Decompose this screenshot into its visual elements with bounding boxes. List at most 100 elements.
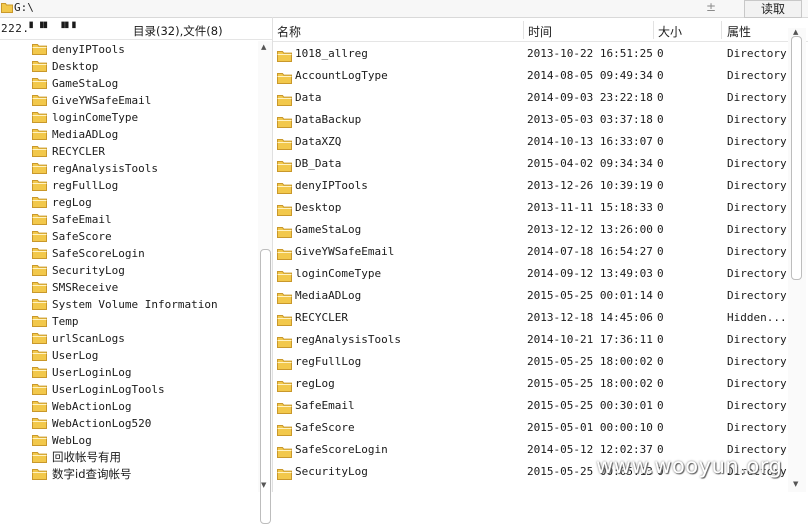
tree-item-label: WebActionLog xyxy=(52,400,132,413)
right-scrollbar[interactable]: ▲ ▼ xyxy=(788,28,806,492)
file-attr-cell: Directory xyxy=(727,113,787,126)
folder-icon xyxy=(32,400,47,417)
column-attr-header[interactable]: 属性 xyxy=(727,23,751,40)
file-time-cell: 2014-09-03 23:22:18 xyxy=(527,91,653,104)
folder-icon xyxy=(32,417,47,434)
folder-icon xyxy=(277,466,292,488)
file-row[interactable]: DataXZQ 2014-10-13 16:33:07 0 Directory xyxy=(273,131,787,153)
host-label: 222.▘▝▘ ▝▘▘ xyxy=(1,22,80,35)
file-row[interactable]: AccountLogType 2014-08-05 09:49:34 0 Direct… xyxy=(273,65,787,87)
file-size-cell: 0 xyxy=(657,157,664,170)
file-attr-cell: Directory xyxy=(727,267,787,280)
tree-item-label: Temp xyxy=(52,315,79,328)
folder-icon xyxy=(32,366,47,383)
column-separator[interactable] xyxy=(653,21,654,39)
file-time-cell: 2014-07-18 16:54:27 xyxy=(527,245,653,258)
file-size-cell: 0 xyxy=(657,399,664,412)
file-attr-cell: Directory xyxy=(727,421,787,434)
folder-icon xyxy=(32,332,47,349)
file-name-cell: GiveYWSafeEmail xyxy=(295,245,395,258)
file-attr-cell: Directory xyxy=(727,377,787,390)
file-time-cell: 2015-05-25 00:30:01 xyxy=(527,399,653,412)
tree-item-label: 回收帐号有用 xyxy=(52,450,121,464)
file-row[interactable]: regLog 2015-05-25 18:00:02 0 Directory xyxy=(273,373,787,395)
folder-icon xyxy=(32,179,47,196)
folder-icon xyxy=(32,315,47,332)
folder-icon xyxy=(32,162,47,179)
file-time-cell: 2015-05-01 00:00:10 xyxy=(527,421,653,434)
left-pane-header: 222.▘▝▘ ▝▘▘ 目录(32),文件(8) xyxy=(0,19,272,40)
file-name-cell: Data xyxy=(295,91,322,104)
file-size-cell: 0 xyxy=(657,289,664,302)
file-row[interactable]: MediaADLog 2015-05-25 00:01:14 0 Directory xyxy=(273,285,787,307)
tree-item-label: loginComeType xyxy=(52,111,139,124)
scroll-up-arrow-icon[interactable]: ▲ xyxy=(261,43,266,51)
folder-icon xyxy=(32,43,47,60)
file-row[interactable]: denyIPTools 2013-12-26 10:39:19 0 Directory xyxy=(273,175,787,197)
file-name-cell: GameStaLog xyxy=(295,223,362,236)
file-row[interactable]: Desktop 2013-11-11 15:18:33 0 Directory xyxy=(273,197,787,219)
tree-item-label: regFullLog xyxy=(52,179,119,192)
file-size-cell: 0 xyxy=(657,267,664,280)
file-row[interactable]: SafeScore 2015-05-01 00:00:10 0 Directory xyxy=(273,417,787,439)
address-path-input[interactable]: G:\ xyxy=(14,1,34,14)
file-row[interactable]: Data 2014-09-03 23:22:18 0 Directory xyxy=(273,87,787,109)
tree-item-label: GameStaLog xyxy=(52,77,119,90)
read-button[interactable]: 读取 xyxy=(744,0,802,18)
file-row[interactable]: 1018_allreg 2013-10-22 16:51:25 0 Directory xyxy=(273,43,787,65)
column-separator[interactable] xyxy=(721,21,722,39)
file-time-cell: 2014-10-21 17:36:11 xyxy=(527,333,653,346)
column-time-header[interactable]: 时间 xyxy=(528,23,552,40)
file-attr-cell: Directory xyxy=(727,135,787,148)
file-time-cell: 2013-12-12 13:26:00 xyxy=(527,223,653,236)
file-name-cell: SecurityLog xyxy=(295,465,368,478)
file-time-cell: 2014-10-13 16:33:07 xyxy=(527,135,653,148)
tree-item-label: urlScanLogs xyxy=(52,332,125,345)
file-list: 1018_allreg 2013-10-22 16:51:25 0 Directory… xyxy=(273,43,787,492)
file-attr-cell: Directory xyxy=(727,333,787,346)
file-name-cell: Desktop xyxy=(295,201,342,214)
file-time-cell: 2015-05-25 18:00:02 xyxy=(527,377,653,390)
tree-item-label: GiveYWSafeEmail xyxy=(52,94,152,107)
file-name-cell: regLog xyxy=(295,377,335,390)
file-attr-cell: Directory xyxy=(727,223,787,236)
folder-icon xyxy=(32,383,47,400)
right-scroll-thumb[interactable] xyxy=(791,36,802,280)
updown-icon[interactable]: ± xyxy=(706,0,716,14)
tree-item-label: UserLoginLogTools xyxy=(52,383,165,396)
scroll-down-arrow-icon[interactable]: ▼ xyxy=(261,481,266,489)
folder-tree: denyIPTools Desktop GameStaLog GiveYWSafeEm… xyxy=(0,41,258,492)
file-name-cell: denyIPTools xyxy=(295,179,368,192)
column-separator[interactable] xyxy=(523,21,524,39)
file-row[interactable]: RECYCLER 2013-12-18 14:45:06 0 Hidden... xyxy=(273,307,787,329)
tree-item-label: SafeEmail xyxy=(52,213,112,226)
column-size-header[interactable]: 大小 xyxy=(658,23,682,40)
file-row[interactable]: GameStaLog 2013-12-12 13:26:00 0 Directory xyxy=(273,219,787,241)
watermark: www.wooyun.org xyxy=(596,454,783,478)
file-attr-cell: Directory xyxy=(727,69,787,82)
file-row[interactable]: loginComeType 2014-09-12 13:49:03 0 Directo… xyxy=(273,263,787,285)
file-size-cell: 0 xyxy=(657,113,664,126)
file-name-cell: DB_Data xyxy=(295,157,342,170)
file-attr-cell: Directory xyxy=(727,399,787,412)
column-name-header[interactable]: 名称 xyxy=(277,23,301,40)
file-time-cell: 2015-04-02 09:34:34 xyxy=(527,157,653,170)
file-row[interactable]: DataBackup 2013-05-03 03:37:18 0 Directory xyxy=(273,109,787,131)
file-row[interactable]: regAnalysisTools 2014-10-21 17:36:11 0 Dire… xyxy=(273,329,787,351)
file-row[interactable]: DB_Data 2015-04-02 09:34:34 0 Directory xyxy=(273,153,787,175)
file-row[interactable]: GiveYWSafeEmail 2014-07-18 16:54:27 0 Direc… xyxy=(273,241,787,263)
tree-item-label: SafeScore xyxy=(52,230,112,243)
file-name-cell: regFullLog xyxy=(295,355,362,368)
address-bar: G:\ ± 读取 xyxy=(0,0,808,18)
scroll-down-arrow-icon[interactable]: ▼ xyxy=(793,480,798,488)
folder-icon xyxy=(32,196,47,213)
file-size-cell: 0 xyxy=(657,223,664,236)
folder-icon xyxy=(32,349,47,366)
file-size-cell: 0 xyxy=(657,333,664,346)
file-row[interactable]: regFullLog 2015-05-25 18:00:02 0 Directory xyxy=(273,351,787,373)
tree-item-label: MediaADLog xyxy=(52,128,119,141)
left-scrollbar[interactable]: ▲ ▼ xyxy=(258,41,272,524)
scroll-up-arrow-icon[interactable]: ▲ xyxy=(793,28,798,36)
folder-icon xyxy=(32,264,47,281)
file-row[interactable]: SafeEmail 2015-05-25 00:30:01 0 Directory xyxy=(273,395,787,417)
